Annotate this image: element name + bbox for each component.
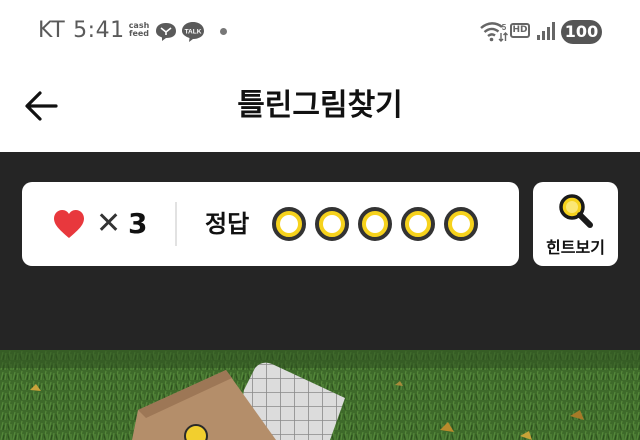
page-title: 틀린그림찾기 bbox=[237, 88, 403, 123]
notification-dot-icon bbox=[220, 28, 227, 35]
hint-button[interactable]: 힌트보기 bbox=[533, 182, 618, 266]
answer-slot bbox=[358, 207, 392, 241]
game-status-panel: ✕ 3 정답 힌트보기 bbox=[0, 152, 640, 350]
app-header: 틀린그림찾기 bbox=[0, 62, 640, 152]
lives-count: 3 bbox=[128, 207, 148, 240]
answer-slot bbox=[315, 207, 349, 241]
status-bar: KT 5:41 cash feed TALK 5 HD 100 bbox=[0, 0, 640, 62]
picnic-scene-image bbox=[0, 350, 640, 440]
answer-slot bbox=[401, 207, 435, 241]
answer-slots bbox=[272, 207, 478, 241]
hint-label: 힌트보기 bbox=[546, 238, 605, 257]
battery-level-badge: 100 bbox=[561, 20, 602, 44]
clock: 5:41 bbox=[73, 18, 125, 43]
divider bbox=[175, 202, 177, 246]
chat-bubble-icon bbox=[156, 23, 176, 41]
answer-label: 정답 bbox=[205, 210, 250, 238]
answer-slot bbox=[272, 207, 306, 241]
answer-slot bbox=[444, 207, 478, 241]
heart-icon bbox=[54, 210, 84, 238]
hd-voice-icon: HD bbox=[510, 23, 530, 38]
svg-text:TALK: TALK bbox=[185, 29, 202, 36]
status-card: ✕ 3 정답 bbox=[22, 182, 519, 266]
carrier-label: KT bbox=[38, 18, 66, 43]
puzzle-picture[interactable] bbox=[0, 350, 640, 440]
cashfeed-icon: cash feed bbox=[128, 21, 150, 38]
svg-text:5: 5 bbox=[502, 23, 507, 32]
magnifier-icon bbox=[559, 194, 593, 228]
times-sign: ✕ bbox=[96, 206, 122, 241]
signal-strength-icon bbox=[537, 22, 555, 40]
kakaotalk-icon: TALK bbox=[182, 22, 204, 42]
wifi-icon: 5 bbox=[480, 22, 508, 42]
